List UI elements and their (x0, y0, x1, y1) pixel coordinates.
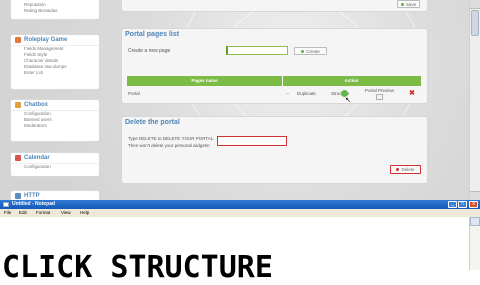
notepad-scrollbar[interactable] (469, 217, 480, 270)
sidebar-box-http: HTTP (10, 190, 100, 200)
delete-button-label: Delete (401, 167, 415, 172)
sidebar-heading-label: HTTP (24, 193, 40, 199)
menu-file[interactable]: File (4, 210, 11, 215)
calendar-icon (15, 155, 21, 161)
delete-portal-box (121, 116, 428, 184)
globe-icon (15, 193, 21, 199)
browser-scrollbar[interactable] (469, 0, 480, 200)
sidebar-link[interactable]: Rating Berandas (11, 8, 99, 14)
portal-preview-link[interactable]: Portal Preview (365, 88, 394, 93)
game-icon (15, 37, 21, 43)
notepad-app-icon (3, 202, 9, 207)
save-icon (400, 2, 404, 6)
sidebar-link[interactable]: Moderators (11, 123, 99, 129)
scroll-thumb[interactable] (471, 10, 479, 36)
section-title: Delete the portal (125, 119, 180, 126)
create-page-label: Create a new page (128, 48, 171, 54)
scroll-down-arrow[interactable] (470, 191, 480, 200)
delete-button[interactable]: Delete (390, 165, 421, 174)
sidebar-heading: Chatbox (11, 100, 99, 111)
sidebar-link[interactable]: Enter List (11, 70, 99, 76)
create-button-label: Create (306, 48, 320, 54)
sidebar-box-top: Reputation Rating Berandas (10, 0, 100, 20)
sidebar-heading-label: Roleplay Game (24, 37, 68, 43)
delete-instructions: Type DELETE to DELETE YOUR PORTAL. Then … (128, 136, 215, 148)
close-button[interactable]: x (469, 201, 478, 208)
save-button[interactable]: Save (397, 0, 420, 8)
mouse-cursor-icon: ↖ (345, 97, 351, 104)
browser-viewport: Reputation Rating Berandas Roleplay Game… (0, 0, 480, 200)
sidebar-heading: Calendar (11, 153, 99, 164)
column-header: Action (344, 78, 359, 83)
sidebar-heading-label: Calendar (24, 155, 50, 161)
section-title: Portal pages list (125, 31, 180, 38)
settings-box (121, 0, 428, 12)
menu-help[interactable]: Help (80, 210, 89, 215)
menu-edit[interactable]: Edit (19, 210, 27, 215)
page-name-cell: Portal (128, 91, 140, 96)
sidebar-link[interactable]: Configuration (11, 164, 99, 170)
notepad-window: Untitled - Notepad _ □ x File Edit Forma… (0, 200, 480, 285)
minimize-button[interactable]: _ (448, 201, 457, 208)
sidebar-box-calendar: Calendar Configuration (10, 152, 100, 177)
notepad-titlebar[interactable]: Untitled - Notepad _ □ x (0, 200, 480, 209)
delete-confirm-input[interactable] (217, 136, 287, 146)
scroll-up-arrow[interactable] (470, 217, 480, 226)
sidebar-heading: HTTP (11, 191, 99, 200)
menu-format[interactable]: Format (36, 210, 50, 215)
duplicate-link[interactable]: Duplicate (297, 91, 316, 96)
column-header: Pages name (127, 76, 283, 86)
delete-icon[interactable]: ✖ (409, 89, 415, 97)
create-button[interactable]: Create (294, 47, 327, 55)
scroll-up-arrow[interactable] (470, 0, 480, 9)
menu-view[interactable]: View (61, 210, 71, 215)
separator-text: -- (286, 91, 289, 96)
table-header: Pages name Action (127, 76, 421, 86)
notepad-text-area[interactable]: CLICK STRUCTURE (0, 217, 470, 285)
add-icon (301, 49, 305, 53)
delete-icon (396, 168, 400, 171)
window-title: Untitled - Notepad (12, 201, 56, 207)
chat-icon (15, 102, 21, 108)
new-page-name-input[interactable] (226, 46, 288, 55)
sidebar-box-chatbox: Chatbox Configuration Banned users Moder… (10, 99, 100, 142)
save-button-label: Save (405, 1, 417, 7)
sidebar-heading: Roleplay Game (11, 35, 99, 46)
maximize-button[interactable]: □ (458, 201, 467, 208)
preview-icon[interactable] (376, 94, 383, 100)
notepad-content: CLICK STRUCTURE (2, 250, 273, 285)
sidebar-heading-label: Chatbox (24, 102, 48, 108)
sidebar-box-roleplay: Roleplay Game Fields Management Fields S… (10, 34, 100, 90)
